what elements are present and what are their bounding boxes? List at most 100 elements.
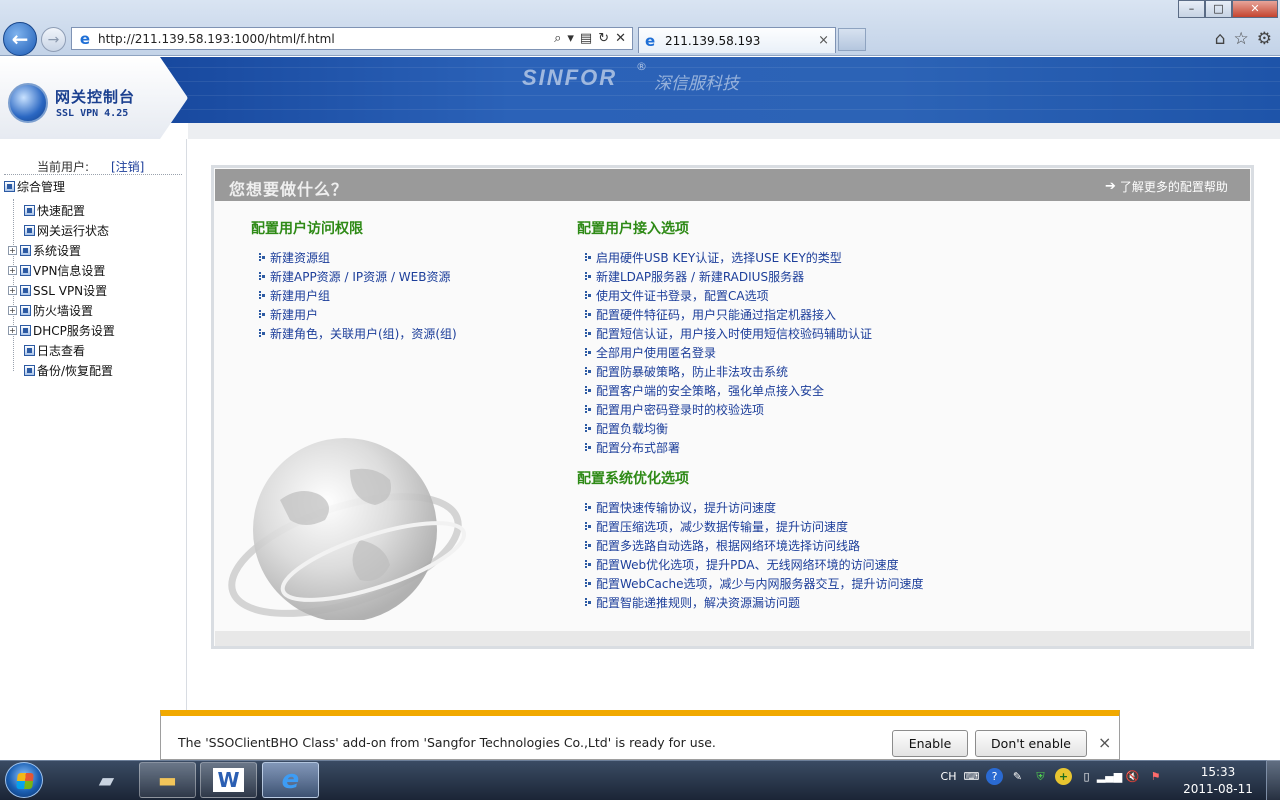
taskbar-app-laptop[interactable]: ▰: [78, 762, 135, 798]
config-link[interactable]: 新建用户: [259, 305, 457, 324]
ime-icon[interactable]: ✎: [1009, 768, 1026, 785]
panel-footer: [215, 631, 1250, 646]
action-center-flag-icon[interactable]: ⚑: [1147, 768, 1164, 785]
close-window-button[interactable]: ✕: [1232, 0, 1278, 18]
sidebar-item[interactable]: + 系统设置: [8, 242, 81, 259]
sidebar-item[interactable]: 快速配置: [24, 202, 85, 219]
sidebar-item-label: DHCP服务设置: [33, 324, 115, 338]
home-icon[interactable]: ⌂: [1215, 29, 1226, 49]
refresh-icon[interactable]: ↻: [598, 31, 609, 46]
sidebar-item[interactable]: + SSL VPN设置: [8, 282, 107, 299]
expand-plus-icon[interactable]: +: [8, 326, 17, 335]
logout-link[interactable]: [注销]: [111, 158, 144, 175]
help-link[interactable]: ➔ 了解更多的配置帮助: [1105, 178, 1228, 195]
config-link[interactable]: 使用文件证书登录，配置CA选项: [585, 286, 872, 305]
ie-tab-icon: e: [645, 31, 656, 50]
sidebar-item[interactable]: + 防火墙设置: [8, 302, 93, 319]
taskbar-clock[interactable]: 15:33 2011-08-11: [1180, 764, 1256, 798]
config-link[interactable]: 新建LDAP服务器 / 新建RADIUS服务器: [585, 267, 872, 286]
bullet-icon: [259, 291, 265, 300]
banner-bottom-strip: [188, 123, 1280, 139]
favorites-star-icon[interactable]: ☆: [1234, 29, 1249, 49]
config-link[interactable]: 配置智能递推规则，解决资源漏访问题: [585, 593, 923, 612]
volume-muted-icon[interactable]: 🔇: [1124, 768, 1141, 785]
config-link[interactable]: 配置客户端的安全策略，强化单点接入安全: [585, 381, 872, 400]
address-bar[interactable]: e http://211.139.58.193:1000/html/f.html…: [71, 27, 633, 50]
expand-plus-icon[interactable]: +: [8, 246, 17, 255]
bullet-icon: [585, 598, 591, 607]
stop-icon[interactable]: ✕: [615, 31, 626, 46]
address-url[interactable]: http://211.139.58.193:1000/html/f.html: [98, 32, 554, 46]
folder-icon: ▬: [158, 768, 177, 792]
language-indicator[interactable]: CH: [940, 768, 957, 785]
dont-enable-button[interactable]: Don't enable: [975, 730, 1087, 757]
expand-plus-icon[interactable]: +: [8, 286, 17, 295]
device-icon[interactable]: ▯: [1078, 768, 1095, 785]
sidebar-item[interactable]: 网关运行状态: [24, 222, 109, 239]
expand-plus-icon[interactable]: +: [8, 306, 17, 315]
tree-node-icon: [20, 305, 31, 316]
back-button[interactable]: ←: [3, 22, 37, 56]
start-button[interactable]: [5, 762, 43, 798]
config-link[interactable]: 启用硬件USB KEY认证，选择USE KEY的类型: [585, 248, 872, 267]
config-link-label: 配置客户端的安全策略，强化单点接入安全: [596, 384, 825, 398]
config-link[interactable]: 新建角色，关联用户(组)，资源(组): [259, 324, 457, 343]
taskbar-app-ie[interactable]: e: [262, 762, 319, 798]
sidebar-item[interactable]: + DHCP服务设置: [8, 322, 115, 339]
config-link[interactable]: 配置Web优化选项，提升PDA、无线网络环境的访问速度: [585, 555, 923, 574]
dropdown-icon[interactable]: ▾: [567, 31, 574, 46]
ie-icon: e: [281, 765, 300, 795]
config-link[interactable]: 配置短信认证，用户接入时使用短信校验码辅助认证: [585, 324, 872, 343]
config-link[interactable]: 配置负载均衡: [585, 419, 872, 438]
config-link-label: 配置硬件特征码，用户只能通过指定机器接入: [596, 308, 837, 322]
show-desktop-button[interactable]: [1266, 760, 1280, 800]
minimize-button[interactable]: –: [1178, 0, 1205, 18]
taskbar-app-word[interactable]: W: [200, 762, 257, 798]
forward-button[interactable]: →: [41, 27, 66, 52]
config-link[interactable]: 配置快速传输协议，提升访问速度: [585, 498, 923, 517]
tree-root[interactable]: 综合管理: [4, 178, 65, 195]
help-icon[interactable]: ?: [986, 768, 1003, 785]
config-link[interactable]: 新建APP资源 / IP资源 / WEB资源: [259, 267, 457, 286]
taskbar-app-explorer[interactable]: ▬: [139, 762, 196, 798]
tab-title: 211.139.58.193: [665, 33, 761, 48]
config-link-label: 配置WebCache选项，减少与内网服务器交互，提升访问速度: [596, 577, 924, 591]
config-link[interactable]: 配置WebCache选项，减少与内网服务器交互，提升访问速度: [585, 574, 923, 593]
browser-chrome: – □ ✕ ← → e http://211.139.58.193:1000/h…: [0, 0, 1280, 56]
notification-close-icon[interactable]: ×: [1098, 733, 1111, 752]
expand-plus-icon[interactable]: +: [8, 266, 17, 275]
new-tab-button[interactable]: [838, 28, 866, 51]
search-icon[interactable]: ⌕: [554, 31, 561, 46]
shield-icon[interactable]: ⛨: [1032, 768, 1049, 785]
tab-active[interactable]: e 211.139.58.193 ×: [638, 27, 836, 53]
config-link-label: 配置压缩选项，减少数据传输量，提升访问速度: [596, 520, 849, 534]
config-link[interactable]: 配置多选路自动选路，根据网络环境选择访问线路: [585, 536, 923, 555]
tab-close-icon[interactable]: ×: [818, 33, 829, 48]
config-link[interactable]: 配置硬件特征码，用户只能通过指定机器接入: [585, 305, 872, 324]
sidebar-item[interactable]: 备份/恢复配置: [24, 362, 113, 379]
keyboard-icon[interactable]: ⌨: [963, 768, 980, 785]
config-link[interactable]: 配置分布式部署: [585, 438, 872, 457]
arrow-right-icon: →: [47, 31, 60, 48]
config-link-label: 配置多选路自动选路，根据网络环境选择访问线路: [596, 539, 861, 553]
tree-node-icon: [20, 265, 31, 276]
enable-button[interactable]: Enable: [892, 730, 968, 757]
compatibility-view-icon[interactable]: ▤: [580, 31, 592, 46]
plus-circle-icon[interactable]: +: [1055, 768, 1072, 785]
network-signal-icon[interactable]: ▂▄▆: [1097, 768, 1122, 785]
config-link[interactable]: 全部用户使用匿名登录: [585, 343, 872, 362]
tools-gear-icon[interactable]: ⚙: [1257, 29, 1272, 49]
config-link[interactable]: 新建资源组: [259, 248, 457, 267]
config-link[interactable]: 新建用户组: [259, 286, 457, 305]
config-link[interactable]: 配置压缩选项，减少数据传输量，提升访问速度: [585, 517, 923, 536]
browser-toolbar-icons: ⌂ ☆ ⚙: [1215, 29, 1272, 49]
sidebar-item[interactable]: 日志查看: [24, 342, 85, 359]
arrow-left-icon: ←: [11, 27, 29, 51]
sidebar-item-label: 日志查看: [37, 344, 86, 358]
config-link[interactable]: 配置防暴破策略，防止非法攻击系统: [585, 362, 872, 381]
section-title: 配置系统优化选项: [577, 471, 689, 487]
config-link[interactable]: 配置用户密码登录时的校验选项: [585, 400, 872, 419]
maximize-button[interactable]: □: [1205, 0, 1232, 18]
sidebar-item[interactable]: + VPN信息设置: [8, 262, 105, 279]
config-link-label: 配置智能递推规则，解决资源漏访问题: [596, 596, 801, 610]
